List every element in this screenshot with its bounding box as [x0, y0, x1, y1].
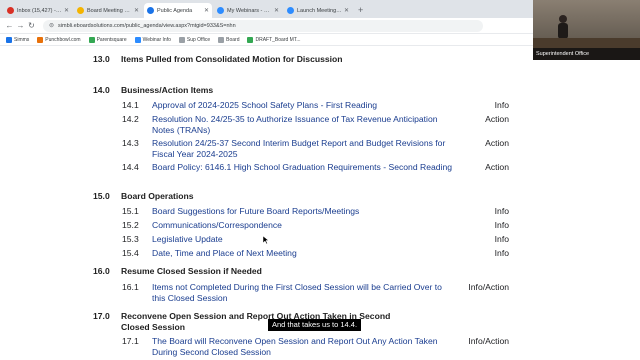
bookmark-icon — [134, 36, 141, 43]
section-heading: 16.0 Resume Closed Session if Needed — [93, 266, 262, 276]
closed-caption: And that takes us to 14.4. — [268, 319, 362, 331]
tab-public-agenda[interactable]: Public Agenda ✕ — [144, 3, 212, 18]
reload-icon[interactable]: ↻ — [26, 21, 37, 30]
agenda-item-link[interactable]: Resolution 24/25-37 Second Interim Budge… — [152, 138, 452, 160]
tab-inbox[interactable]: Inbox (15,427) - superintendent✕ — [4, 3, 72, 18]
agenda-item-link[interactable]: Board Policy: 6146.1 High School Graduat… — [152, 162, 452, 173]
close-icon[interactable]: ✕ — [64, 7, 69, 14]
url-field[interactable]: ⊜ simbli.eboardsolutions.com/public_agen… — [43, 19, 483, 32]
bookmark-icon — [88, 36, 95, 43]
agenda-item: 15.3 Legislative Update Info — [122, 234, 509, 245]
section-heading: 17.0 Reconvene Open Session and Report O… — [93, 311, 391, 332]
agenda-item: 17.1 The Board will Reconvene Open Sessi… — [122, 336, 509, 358]
agenda-item: 14.1 Approval of 2024-2025 School Safety… — [122, 100, 509, 111]
close-icon[interactable]: ✕ — [274, 7, 279, 14]
agenda-icon — [147, 7, 154, 14]
bookmark-item[interactable]: Sup Office — [178, 36, 210, 43]
tab-board-meeting[interactable]: Board Meeting 02.17.25 - Gr...✕ — [74, 3, 142, 18]
folder-icon — [178, 36, 185, 43]
agenda-item: 14.4 Board Policy: 6146.1 High School Gr… — [122, 162, 509, 173]
agenda-item-link[interactable]: Items not Completed During the First Clo… — [152, 282, 452, 304]
close-icon[interactable]: ✕ — [204, 7, 209, 14]
tab-my-webinars[interactable]: My Webinars - Zoom✕ — [214, 3, 282, 18]
video-feed[interactable]: Superintendent Office — [533, 0, 640, 60]
section-heading: 14.0 Business/Action Items — [93, 85, 214, 95]
agenda-item-link[interactable]: Communications/Correspondence — [152, 220, 452, 231]
agenda-item: 15.1 Board Suggestions for Future Board … — [122, 206, 509, 217]
tab-launch-meeting[interactable]: Launch Meeting - Zoom✕ — [284, 3, 352, 18]
forward-icon[interactable]: → — [15, 21, 26, 30]
bookmark-item[interactable]: Parentsquare — [88, 36, 127, 43]
agenda-item-link[interactable]: Resolution No. 24/25-35 to Authorize Iss… — [152, 114, 452, 136]
gmail-icon — [7, 7, 14, 14]
section-heading: 13.0 Items Pulled from Consolidated Moti… — [93, 54, 343, 64]
site-info-icon[interactable]: ⊜ — [49, 22, 54, 29]
agenda-item: 15.4 Date, Time and Place of Next Meetin… — [122, 248, 509, 259]
agenda-item-link[interactable]: Approval of 2024-2025 School Safety Plan… — [152, 100, 452, 111]
participant-name: Superintendent Office — [533, 48, 640, 60]
close-icon[interactable]: ✕ — [134, 7, 139, 14]
url-text: simbli.eboardsolutions.com/public_agenda… — [58, 22, 236, 29]
agenda-item-link[interactable]: Date, Time and Place of Next Meeting — [152, 248, 452, 259]
bookmark-icon — [37, 36, 44, 43]
bookmark-item[interactable]: Board — [218, 36, 239, 43]
back-icon[interactable]: ← — [4, 21, 15, 30]
agenda-item: 15.2 Communications/Correspondence Info — [122, 220, 509, 231]
bookmark-item[interactable]: Punchbowl.com — [37, 36, 81, 43]
person-icon — [558, 15, 568, 39]
section-heading: 15.0 Board Operations — [93, 191, 194, 201]
close-icon[interactable]: ✕ — [344, 7, 349, 14]
agenda-item: 14.2 Resolution No. 24/25-35 to Authoriz… — [122, 114, 509, 136]
zoom-icon — [217, 7, 224, 14]
docs-icon — [247, 36, 254, 43]
zoom-icon — [287, 7, 294, 14]
bookmark-item[interactable]: Simms — [6, 36, 29, 43]
agenda-item: 16.1 Items not Completed During the Firs… — [122, 282, 509, 304]
mouse-cursor-icon — [263, 236, 269, 244]
agenda-item-link[interactable]: Legislative Update — [152, 234, 452, 245]
agenda-document: 13.0 Items Pulled from Consolidated Moti… — [0, 46, 640, 360]
folder-icon — [218, 36, 225, 43]
bookmark-item[interactable]: DRAFT_Board MT... — [247, 36, 301, 43]
desk — [533, 38, 640, 48]
bookmark-item[interactable]: Webinar Info — [134, 36, 171, 43]
slides-icon — [77, 7, 84, 14]
agenda-item: 14.3 Resolution 24/25-37 Second Interim … — [122, 138, 509, 160]
agenda-item-link[interactable]: The Board will Reconvene Open Session an… — [152, 336, 452, 358]
bookmark-icon — [6, 36, 12, 43]
agenda-item-link[interactable]: Board Suggestions for Future Board Repor… — [152, 206, 452, 217]
new-tab-icon[interactable]: + — [358, 3, 363, 18]
